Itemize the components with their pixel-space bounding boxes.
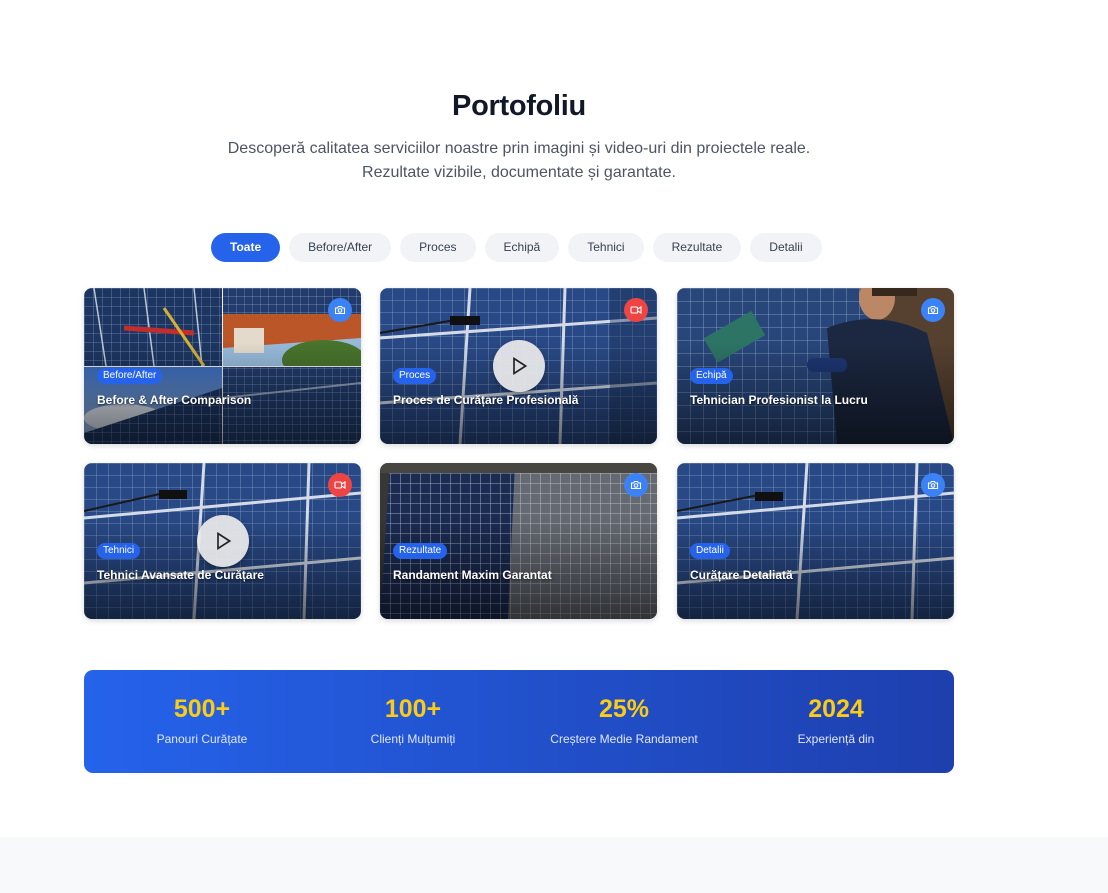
stat-label: Panouri Curățate bbox=[156, 732, 248, 746]
stat-efficiency: 25% Creștere Medie Randament bbox=[524, 694, 724, 746]
portfolio-card-rezultate[interactable]: Rezultate Randament Maxim Garantat bbox=[380, 463, 657, 619]
stat-label: Creștere Medie Randament bbox=[550, 732, 698, 746]
play-button[interactable] bbox=[493, 340, 545, 392]
stat-panels: 500+ Panouri Curățate bbox=[102, 694, 302, 746]
stat-value: 25% bbox=[598, 695, 650, 723]
play-button[interactable] bbox=[197, 515, 249, 567]
section-subtitle: Descoperă calitatea serviciilor noastre … bbox=[227, 140, 811, 181]
portfolio-grid: Before/After Before & After Comparison P… bbox=[84, 288, 954, 619]
filter-proces[interactable]: Proces bbox=[400, 233, 476, 262]
stat-value: 100+ bbox=[384, 695, 442, 723]
portfolio-card-detalii[interactable]: Detalii Curățare Detaliată bbox=[677, 463, 954, 619]
stat-experience: 2024 Experiență din bbox=[736, 694, 936, 746]
card-tag: Before/After bbox=[97, 368, 163, 384]
card-title: Proces de Curățare Profesională bbox=[393, 393, 579, 407]
filter-bar: Toate Before/After Proces Echipă Tehnici… bbox=[211, 233, 822, 262]
stat-label: Clienți Mulțumiți bbox=[370, 732, 456, 746]
camera-icon bbox=[921, 473, 945, 497]
portfolio-section: Portofoliu Descoperă calitatea serviciil… bbox=[0, 0, 1108, 837]
card-tag: Proces bbox=[393, 368, 437, 384]
filter-tehnici[interactable]: Tehnici bbox=[568, 233, 644, 262]
card-title: Tehnician Profesionist la Lucru bbox=[690, 393, 868, 407]
card-tag: Echipă bbox=[690, 368, 733, 384]
portfolio-card-before-after[interactable]: Before/After Before & After Comparison bbox=[84, 288, 361, 444]
portfolio-card-proces[interactable]: Proces Proces de Curățare Profesională bbox=[380, 288, 657, 444]
next-section-band bbox=[0, 837, 1108, 893]
stat-label: Experiență din bbox=[797, 732, 875, 746]
camera-icon bbox=[624, 473, 648, 497]
filter-detalii[interactable]: Detalii bbox=[750, 233, 822, 262]
video-icon bbox=[624, 298, 648, 322]
camera-icon bbox=[921, 298, 945, 322]
filter-rezultate[interactable]: Rezultate bbox=[652, 233, 742, 262]
filter-toate[interactable]: Toate bbox=[211, 233, 281, 262]
video-icon bbox=[328, 473, 352, 497]
camera-icon bbox=[328, 298, 352, 322]
stat-value: 500+ bbox=[173, 695, 231, 723]
stat-clients: 100+ Clienți Mulțumiți bbox=[313, 694, 513, 746]
card-title: Randament Maxim Garantat bbox=[393, 568, 552, 582]
card-title: Curățare Detaliată bbox=[690, 568, 793, 582]
card-tag: Tehnici bbox=[97, 543, 141, 559]
filter-before-after[interactable]: Before/After bbox=[289, 233, 392, 262]
card-tag: Detalii bbox=[690, 543, 730, 559]
card-title: Tehnici Avansate de Curățare bbox=[97, 568, 264, 582]
card-tag: Rezultate bbox=[393, 543, 448, 559]
stats-banner: 500+ Panouri Curățate 100+ Clienți Mulțu… bbox=[84, 670, 954, 773]
portfolio-card-tehnici[interactable]: Tehnici Tehnici Avansate de Curățare bbox=[84, 463, 361, 619]
card-title: Before & After Comparison bbox=[97, 393, 252, 407]
filter-echipa[interactable]: Echipă bbox=[484, 233, 560, 262]
section-title: Portofoliu bbox=[452, 90, 586, 122]
stat-value: 2024 bbox=[808, 695, 864, 723]
portfolio-card-echipa[interactable]: Echipă Tehnician Profesionist la Lucru bbox=[677, 288, 954, 444]
